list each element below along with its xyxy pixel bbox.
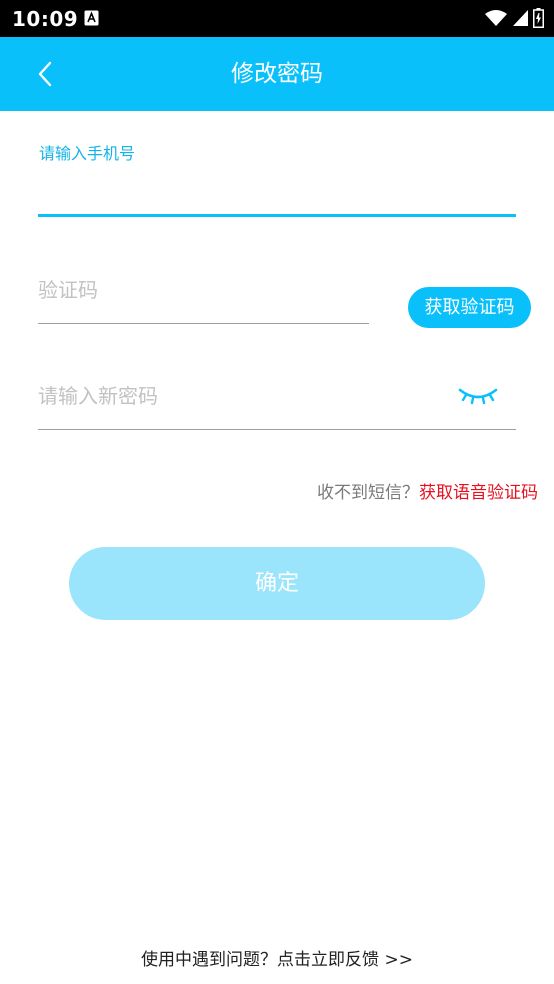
sms-not-received-text: 收不到短信？ <box>317 483 419 503</box>
back-arrow-icon <box>38 61 52 87</box>
app-bar: 修改密码 <box>0 37 554 111</box>
wifi-icon <box>485 10 507 26</box>
battery-icon <box>533 8 544 28</box>
phone-underline <box>38 214 516 217</box>
confirm-button[interactable]: 确定 <box>69 547 485 620</box>
password-underline <box>38 429 516 430</box>
page-title: 修改密码 <box>231 61 323 87</box>
voice-code-link[interactable]: 获取语音验证码 <box>419 483 538 503</box>
phone-input[interactable] <box>38 168 516 214</box>
status-icons <box>485 8 544 28</box>
code-underline <box>38 323 369 324</box>
password-visibility-toggle[interactable] <box>456 380 500 410</box>
signal-icon <box>513 10 528 26</box>
new-password-input[interactable] <box>38 374 438 420</box>
feedback-link[interactable]: 使用中遇到问题？点击立即反馈 >> <box>0 945 554 970</box>
get-code-button[interactable]: 获取验证码 <box>408 287 531 328</box>
app-notification-icon <box>84 10 99 26</box>
sms-help-row: 收不到短信？获取语音验证码 <box>317 478 538 503</box>
eye-closed-icon <box>458 388 498 405</box>
back-button[interactable] <box>30 57 64 91</box>
verification-code-input[interactable] <box>38 268 368 314</box>
status-bar: 10:09 <box>0 0 554 37</box>
status-time: 10:09 <box>12 7 79 31</box>
phone-field-label: 请输入手机号 <box>39 144 136 163</box>
